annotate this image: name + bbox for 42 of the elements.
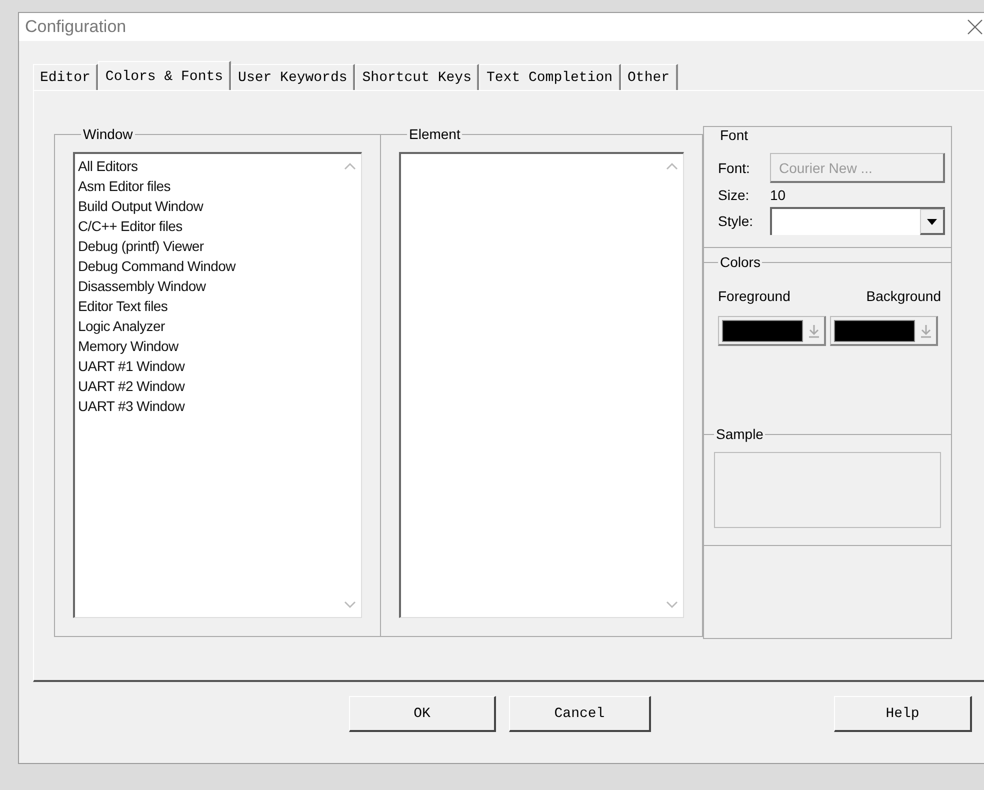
list-item[interactable]: UART #3 Window [78, 396, 336, 416]
group-label: Sample [715, 426, 764, 442]
dialog-button[interactable]: OK [349, 696, 496, 732]
dialog-button[interactable]: Cancel [509, 696, 651, 732]
size-label: Size: [718, 187, 750, 203]
down-arrow-icon [919, 322, 933, 338]
dialog-button[interactable]: Help [834, 696, 972, 732]
list-item[interactable]: Build Output Window [78, 196, 336, 216]
window-title: Configuration [25, 17, 126, 37]
list-item[interactable]: Memory Window [78, 336, 336, 356]
group-label: Colors [719, 254, 762, 270]
list-item[interactable]: UART #1 Window [78, 356, 336, 376]
color-picker[interactable] [718, 316, 826, 346]
list-item[interactable]: Debug (printf) Viewer [78, 236, 336, 256]
tab[interactable]: Editor [33, 64, 98, 90]
dropdown-arrow-icon [927, 218, 937, 224]
tab[interactable]: Other [620, 64, 678, 90]
group-label: Font [719, 127, 750, 143]
group-label: Element [408, 126, 462, 142]
list-item[interactable]: C/C++ Editor files [78, 216, 336, 236]
list-item[interactable]: Disassembly Window [78, 276, 336, 296]
color-label: Background [866, 288, 941, 304]
list-item[interactable]: Asm Editor files [78, 176, 336, 196]
down-arrow-icon [807, 322, 821, 338]
style-label: Style: [718, 213, 754, 229]
list-item[interactable]: UART #2 Window [78, 376, 336, 396]
list-item[interactable]: Editor Text files [78, 296, 336, 316]
window-list[interactable] [73, 152, 362, 618]
color-picker[interactable] [830, 316, 938, 346]
close-icon[interactable] [967, 19, 983, 35]
list-item[interactable]: All Editors [78, 156, 336, 176]
tab[interactable]: Colors & Fonts [98, 61, 232, 91]
style-dropdown[interactable] [770, 207, 945, 235]
group-label: Window [82, 126, 134, 142]
tab[interactable]: Shortcut Keys [355, 64, 480, 90]
font-label: Font: [718, 160, 751, 176]
tab[interactable]: User Keywords [231, 64, 356, 90]
list-item[interactable]: Debug Command Window [78, 256, 336, 276]
size-value: 10 [770, 187, 786, 203]
list-item[interactable]: Logic Analyzer [78, 316, 336, 336]
tab[interactable]: Text Completion [479, 64, 621, 90]
color-label: Foreground [718, 288, 790, 304]
